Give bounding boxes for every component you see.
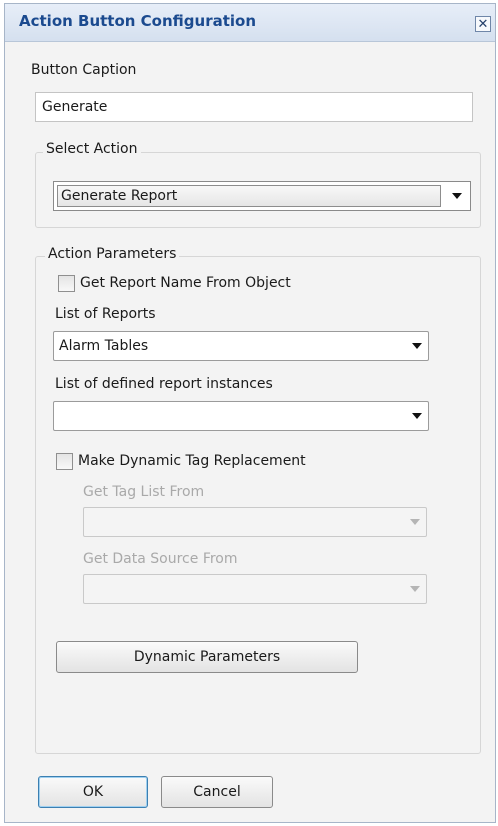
- tag-list-from-dropdown[interactable]: [83, 507, 427, 537]
- chevron-down-icon[interactable]: [410, 586, 420, 592]
- select-action-value: Generate Report: [57, 185, 441, 207]
- button-caption-label: Button Caption: [31, 62, 137, 78]
- tag-list-from-label: Get Tag List From: [83, 484, 205, 500]
- action-parameters-legend: Action Parameters: [45, 246, 180, 262]
- dialog-title: Action Button Configuration: [19, 12, 257, 30]
- chevron-down-icon[interactable]: [410, 519, 420, 525]
- select-action-dropdown[interactable]: Generate Report: [53, 181, 471, 211]
- select-action-legend: Select Action: [43, 141, 141, 157]
- button-caption-input[interactable]: [35, 92, 473, 122]
- ok-button[interactable]: OK: [38, 776, 148, 808]
- get-report-name-checkbox[interactable]: [58, 275, 75, 292]
- chevron-down-icon[interactable]: [412, 413, 422, 419]
- report-instances-label: List of defined report instances: [55, 376, 273, 392]
- dynamic-tag-label: Make Dynamic Tag Replacement: [78, 453, 306, 469]
- data-source-from-dropdown[interactable]: [83, 574, 427, 604]
- dialog-window: Action Button Configuration ✕ Button Cap…: [4, 3, 496, 823]
- chevron-down-icon[interactable]: [452, 193, 462, 199]
- dynamic-parameters-button[interactable]: Dynamic Parameters: [56, 641, 358, 673]
- close-icon[interactable]: ✕: [475, 16, 491, 32]
- list-of-reports-dropdown[interactable]: Alarm Tables: [53, 331, 429, 361]
- chevron-down-icon[interactable]: [412, 343, 422, 349]
- get-report-name-label: Get Report Name From Object: [80, 275, 291, 291]
- data-source-from-label: Get Data Source From: [83, 551, 238, 567]
- list-of-reports-label: List of Reports: [55, 306, 156, 322]
- report-instances-dropdown[interactable]: [53, 401, 429, 431]
- title-bar[interactable]: Action Button Configuration ✕: [5, 4, 495, 42]
- dynamic-tag-checkbox[interactable]: [56, 453, 73, 470]
- cancel-button[interactable]: Cancel: [161, 776, 273, 808]
- list-of-reports-value: Alarm Tables: [59, 338, 149, 354]
